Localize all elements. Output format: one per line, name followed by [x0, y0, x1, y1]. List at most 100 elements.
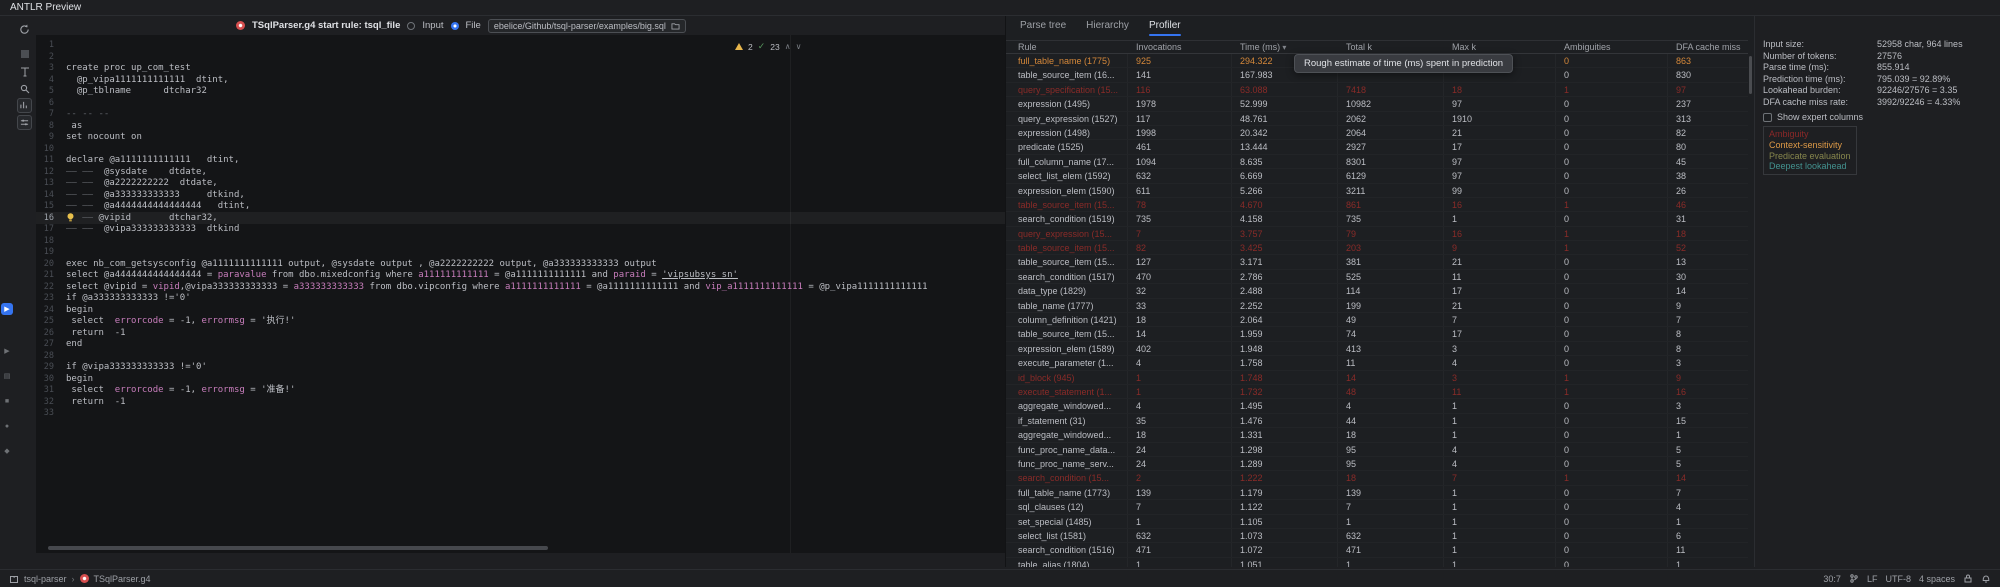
problems-toolwindow-icon[interactable]: ■	[1, 395, 13, 407]
profiler-row[interactable]: expression (1498)199820.342206421082	[1006, 126, 1748, 140]
profiler-row[interactable]: search_condition (1519)7354.1587351031	[1006, 212, 1748, 226]
structure-toolwindow-icon[interactable]: ▤	[1, 370, 13, 382]
stop-icon[interactable]	[17, 46, 32, 61]
profiler-row[interactable]: expression (1495)197852.99910982970237	[1006, 97, 1748, 111]
code-line[interactable]: —— —— @a2222222222 dtdate,	[66, 178, 1005, 190]
code-line[interactable]: @p_vipa1111111111111 dtint,	[66, 75, 1005, 87]
notifications-bell-icon[interactable]	[1981, 574, 1991, 584]
code-line[interactable]	[66, 351, 1005, 363]
profiler-row[interactable]: id_block (945)11.74814319	[1006, 371, 1748, 385]
profiler-row[interactable]: column_definition (1421)182.06449707	[1006, 313, 1748, 327]
code-line[interactable]	[66, 247, 1005, 259]
column-header-invocations[interactable]: Invocations	[1128, 42, 1232, 52]
code-line[interactable]: -- -- --	[66, 109, 1005, 121]
settings-icon[interactable]	[17, 115, 32, 130]
profiler-row[interactable]: func_proc_name_serv...241.28995405	[1006, 457, 1748, 471]
search-icon[interactable]	[17, 81, 32, 96]
intention-lightbulb-icon[interactable]	[67, 213, 74, 222]
next-problem-chevron-icon[interactable]: ∨	[796, 42, 802, 51]
code-line[interactable]: begin	[66, 374, 1005, 386]
file-radio[interactable]	[451, 22, 459, 30]
profiler-row[interactable]: aggregate_windowed...41.4954103	[1006, 399, 1748, 413]
profiler-row[interactable]: set_special (1485)11.1051101	[1006, 515, 1748, 529]
profiler-row[interactable]: search_condition (1517)4702.78652511030	[1006, 270, 1748, 284]
tab-parse-tree[interactable]: Parse tree	[1020, 16, 1066, 36]
file-path-field[interactable]: ebelice/Github/tsql-parser/examples/big.…	[488, 19, 686, 33]
profiler-row[interactable]: expression_elem (1590)6115.266321199026	[1006, 184, 1748, 198]
code-line[interactable]: as	[66, 121, 1005, 133]
table-vertical-scrollbar[interactable]	[1749, 56, 1752, 94]
prev-problem-chevron-icon[interactable]: ∧	[785, 42, 791, 51]
breadcrumb-project[interactable]: tsql-parser	[24, 574, 67, 584]
lock-icon[interactable]	[1963, 574, 1973, 584]
code-line[interactable]	[66, 144, 1005, 156]
code-line[interactable]: create proc up_com_test	[66, 63, 1005, 75]
profiler-row[interactable]: full_table_name (1773)1391.179139107	[1006, 486, 1748, 500]
profiler-row[interactable]: if_statement (31)351.476441015	[1006, 414, 1748, 428]
profiler-row[interactable]: table_alias (1804)11.0511101	[1006, 558, 1748, 567]
profiler-row[interactable]: execute_parameter (1...41.75811403	[1006, 356, 1748, 370]
column-header-dfa-cache-miss[interactable]: DFA cache miss	[1668, 42, 1748, 52]
column-header-rule[interactable]: Rule	[1006, 42, 1128, 52]
code-line[interactable]: select errorcode = -1, errormsg = '执行!'	[66, 316, 1005, 328]
tab-profiler[interactable]: Profiler	[1149, 16, 1181, 36]
code-line[interactable]	[66, 236, 1005, 248]
folder-icon[interactable]	[671, 22, 680, 30]
code-line[interactable]: —— —— @vipa333333333333 dtkind	[66, 224, 1005, 236]
code-line[interactable]: return -1	[66, 328, 1005, 340]
column-header-max-k[interactable]: Max k	[1444, 42, 1556, 52]
code-line[interactable]: declare @a1111111111111 dtint,	[66, 155, 1005, 167]
profiler-row[interactable]: search_condition (15...21.222187114	[1006, 471, 1748, 485]
column-header-ambiguities[interactable]: Ambiguities	[1556, 42, 1668, 52]
code-line[interactable]: if @a333333333333 !='0'	[66, 293, 1005, 305]
profiler-row[interactable]: table_source_item (15...823.4252039152	[1006, 241, 1748, 255]
expert-columns-checkbox[interactable]	[1763, 113, 1772, 122]
column-header-total-k[interactable]: Total k	[1338, 42, 1444, 52]
breadcrumb-file[interactable]: TSqlParser.g4	[94, 574, 151, 584]
antlr-preview-toolwindow-icon[interactable]: ▶	[1, 303, 13, 315]
profiler-row[interactable]: predicate (1525)46113.444292717080	[1006, 140, 1748, 154]
code-line[interactable]: end	[66, 339, 1005, 351]
services-toolwindow-icon[interactable]: ●	[1, 420, 13, 432]
caret-position[interactable]: 30:7	[1823, 574, 1841, 584]
profiler-row[interactable]: func_proc_name_data...241.29895405	[1006, 443, 1748, 457]
profiler-row[interactable]: table_name (1777)332.2521992109	[1006, 299, 1748, 313]
profiler-row[interactable]: data_type (1829)322.48811417014	[1006, 284, 1748, 298]
line-separator-indicator[interactable]: LF	[1867, 574, 1878, 584]
profiler-row[interactable]: query_expression (15...73.7577916118	[1006, 227, 1748, 241]
code-line[interactable]	[66, 40, 1005, 52]
profiler-row[interactable]: expression_elem (1589)4021.948413308	[1006, 342, 1748, 356]
code-line[interactable]	[66, 52, 1005, 64]
encoding-indicator[interactable]: UTF-8	[1885, 574, 1911, 584]
run-toolwindow-icon[interactable]: ▶	[1, 345, 13, 357]
profiler-row[interactable]: query_expression (1527)11748.76120621910…	[1006, 112, 1748, 126]
editor-horizontal-scrollbar[interactable]	[48, 546, 548, 550]
code-line[interactable]: select @vipid = vipid,@vipa333333333333 …	[66, 282, 1005, 294]
code-line[interactable]	[66, 98, 1005, 110]
file-path-value[interactable]: ebelice/Github/tsql-parser/examples/big.…	[494, 21, 666, 31]
profiler-row[interactable]: select_list (1581)6321.073632106	[1006, 529, 1748, 543]
profiler-row[interactable]: aggregate_windowed...181.33118101	[1006, 428, 1748, 442]
profiler-row[interactable]: query_specification (15...11663.08874181…	[1006, 83, 1748, 97]
git-branch-icon[interactable]	[1849, 574, 1859, 584]
code-line[interactable]: select @a4444444444444444 = paravalue fr…	[66, 270, 1005, 282]
code-line[interactable]: —— —— @a333333333333 dtkind,	[66, 190, 1005, 202]
code-line[interactable]: begin	[66, 305, 1005, 317]
indent-indicator[interactable]: 4 spaces	[1919, 574, 1955, 584]
code-line[interactable]: —— —— @sysdate dtdate,	[66, 167, 1005, 179]
column-header-time-ms-[interactable]: Time (ms) ▾	[1232, 42, 1338, 52]
code-line[interactable]: —— @vipid dtchar32,	[66, 213, 1005, 225]
code-line[interactable]: return -1	[66, 397, 1005, 409]
code-line[interactable]: if @vipa333333333333 !='0'	[66, 362, 1005, 374]
text-input-icon[interactable]	[17, 64, 32, 79]
profiler-row[interactable]: search_condition (1516)4711.0724711011	[1006, 543, 1748, 557]
code-line[interactable]: exec nb_com_getsysconfig @a1111111111111…	[66, 259, 1005, 271]
input-radio-label[interactable]: Input	[422, 20, 443, 31]
refresh-icon[interactable]	[17, 22, 32, 37]
code-line[interactable]	[66, 408, 1005, 420]
profiler-row[interactable]: sql_clauses (12)71.1227104	[1006, 500, 1748, 514]
profiler-row[interactable]: full_column_name (17...10948.63583019704…	[1006, 155, 1748, 169]
profiler-row[interactable]: table_source_item (15...784.67086116146	[1006, 198, 1748, 212]
profiler-toggle-icon[interactable]	[17, 98, 32, 113]
code-editor[interactable]: 1234567891011121314151617181920212223242…	[36, 35, 1005, 553]
